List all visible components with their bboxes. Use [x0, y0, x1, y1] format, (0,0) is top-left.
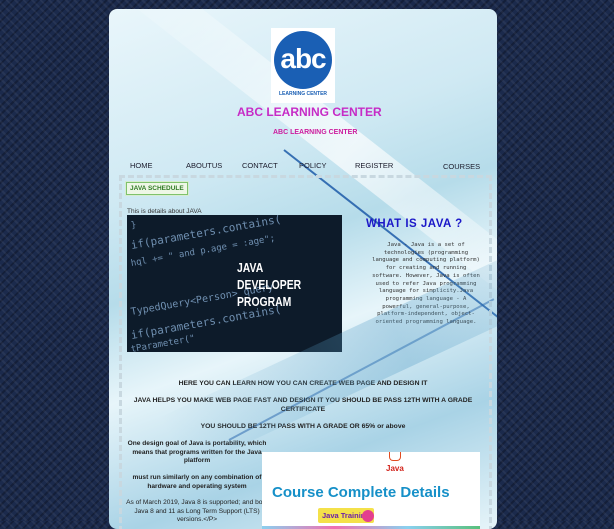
site-logo[interactable]: abc LEARNING CENTER	[271, 28, 335, 103]
nav-aboutus[interactable]: ABOUTUS	[186, 161, 222, 170]
nav-register[interactable]: REGISTER	[355, 161, 393, 170]
course-banner-title: Course Complete Details	[272, 484, 450, 501]
site-title: ABC LEARNING CENTER	[237, 105, 382, 119]
hardware-paragraph: must run similarly on any combination of…	[132, 474, 262, 490]
image-caption-line: JAVA	[237, 260, 264, 275]
grade-heading: YOU SHOULD BE 12TH PASS WITH A GRADE OR …	[200, 423, 406, 430]
what-is-java-heading: WHAT IS JAVA ?	[366, 218, 463, 230]
image-caption: JAVA DEVELOPER PROGRAM	[237, 259, 301, 310]
java-cup-icon	[389, 452, 401, 461]
logo-mark: abc	[274, 31, 332, 89]
image-caption-line: PROGRAM	[237, 294, 292, 309]
avatar-icon	[362, 510, 374, 522]
code-line: }	[130, 220, 138, 231]
learn-heading: HERE YOU CAN LEARN HOW YOU CAN CREATE WE…	[178, 380, 428, 387]
nav-policy[interactable]: POLICY	[299, 161, 327, 170]
image-caption-line: DEVELOPER	[237, 277, 302, 292]
course-details-banner[interactable]: Java Course Complete Details Java Traini…	[262, 452, 480, 529]
requirements-heading: JAVA HELPS YOU MAKE WEB PAGE FAST AND DE…	[133, 397, 473, 413]
logo-subtext: LEARNING CENTER	[278, 91, 328, 97]
nav-home[interactable]: HOME	[130, 161, 153, 170]
java-developer-program-image: } if(parameters.contains( hql += " and p…	[127, 215, 342, 352]
schedule-badge[interactable]: JAVA SCHEDULE	[126, 182, 188, 195]
java-logo: Java	[386, 464, 404, 473]
site-subtitle: ABC LEARNING CENTER	[273, 129, 358, 136]
nav-contact[interactable]: CONTACT	[242, 161, 278, 170]
intro-text: This is details about JAVA	[127, 208, 202, 215]
page-card: abc LEARNING CENTER ABC LEARNING CENTER …	[109, 9, 497, 529]
nav-courses[interactable]: COURSES	[443, 162, 480, 171]
portability-paragraph: One design goal of Java is portability, …	[127, 440, 267, 465]
java-description: Java - Java is a set of technologies (pr…	[372, 242, 480, 326]
